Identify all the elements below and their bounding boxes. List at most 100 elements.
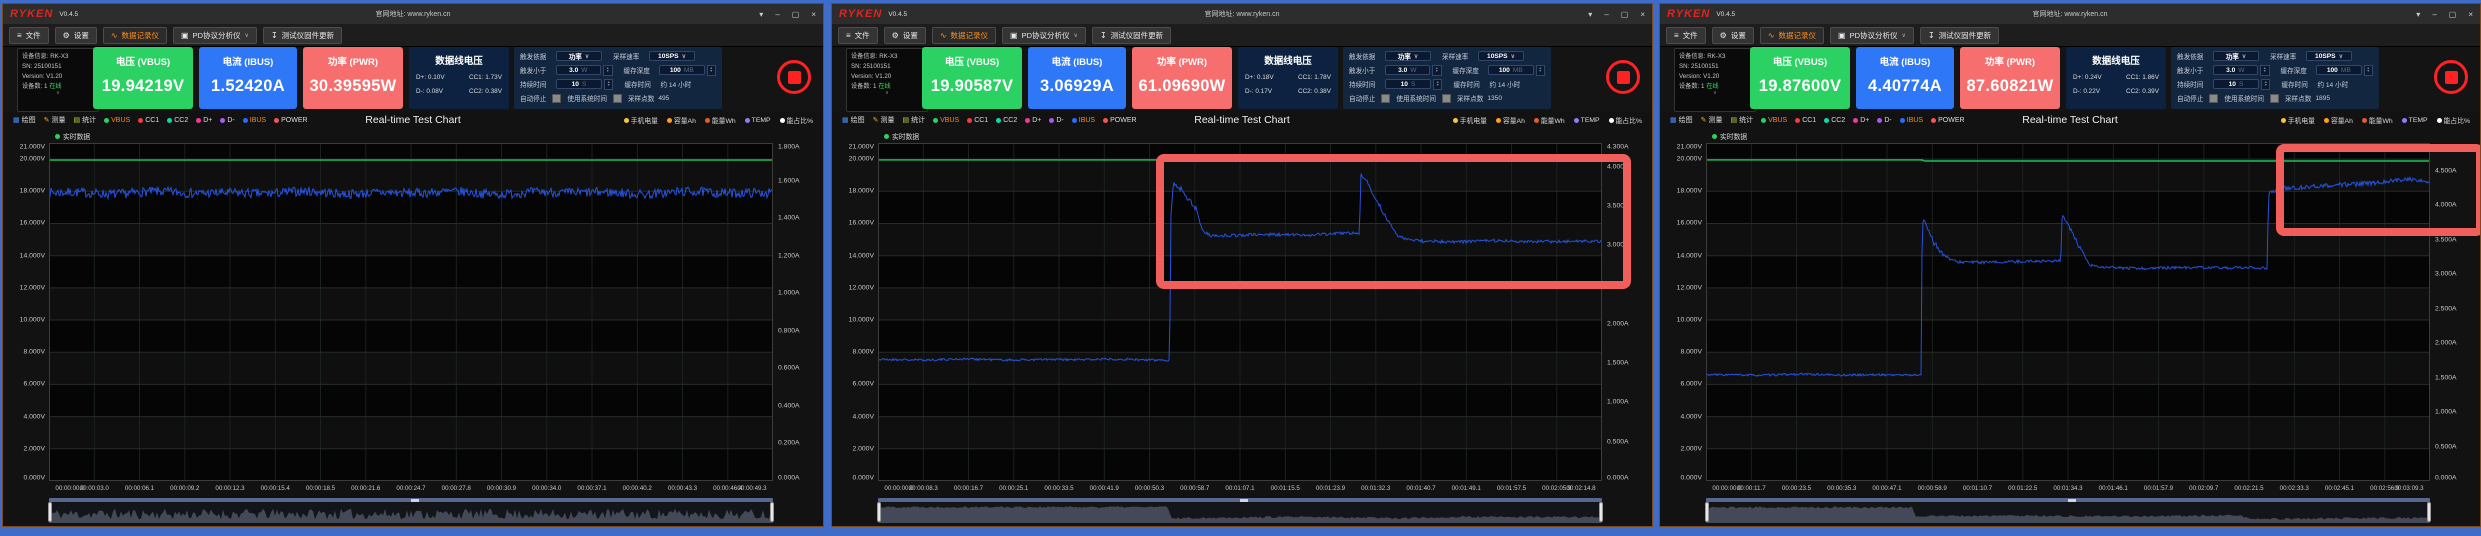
use-system-time-checkbox[interactable] — [1441, 93, 1451, 103]
legend-item-vbus[interactable]: VBUS — [933, 117, 959, 124]
trigger-basis-select[interactable]: 功率 ∨ — [556, 51, 602, 61]
legend-item[interactable]: 手机电量 — [623, 115, 658, 125]
legend-item-d+[interactable]: D+ — [1853, 117, 1869, 124]
auto-stop-checkbox[interactable] — [552, 93, 562, 103]
sample-rate-select[interactable]: 10SPS ∨ — [1478, 51, 1524, 61]
legend-item-cc1[interactable]: CC1 — [967, 117, 988, 124]
legend-item[interactable]: TEMP — [744, 115, 771, 125]
menu-recorder-button[interactable]: ∿ 数据记录仪 — [102, 26, 168, 44]
menu-recorder-button[interactable]: ∿ 数据记录仪 — [1759, 26, 1825, 44]
use-system-time-checkbox[interactable] — [612, 93, 622, 103]
chart-tool-button[interactable]: ▦ 绘图 — [1670, 115, 1693, 125]
chart-tool-button[interactable]: ▤ 统计 — [1731, 115, 1754, 125]
navigator-right-handle[interactable] — [770, 502, 774, 522]
duration-stepper[interactable]: ▲ ▼ — [1433, 78, 1443, 90]
maximize-button[interactable]: ▢ — [792, 10, 800, 19]
legend-item-ibus[interactable]: IBUS — [242, 117, 266, 124]
buffer-depth-stepper[interactable]: ▲ ▼ — [706, 64, 716, 76]
legend-item-power[interactable]: POWER — [1931, 117, 1965, 124]
dropdown-icon[interactable]: ▾ — [1588, 10, 1592, 19]
stop-record-button[interactable] — [777, 60, 811, 94]
minimize-button[interactable]: – — [2432, 10, 2436, 19]
chart-tool-button[interactable]: ▦ 绘图 — [842, 115, 865, 125]
close-button[interactable]: × — [811, 10, 816, 19]
sample-rate-select[interactable]: 10SPS ∨ — [2306, 51, 2352, 61]
menu-pd-analyzer-button[interactable]: ▣ PD协议分析仪 ∨ — [173, 26, 257, 44]
menu-file-button[interactable]: ≡ 文件 — [1666, 26, 1706, 44]
legend-item[interactable]: 能占比% — [779, 115, 813, 125]
chart-tool-button[interactable]: ▦ 绘图 — [13, 115, 36, 125]
chart-tool-button[interactable]: ✎ 测量 — [1701, 115, 1723, 125]
buffer-depth-stepper[interactable]: ▲ ▼ — [1535, 64, 1545, 76]
legend-item-power[interactable]: POWER — [274, 117, 308, 124]
minimize-button[interactable]: – — [775, 10, 779, 19]
auto-stop-checkbox[interactable] — [1381, 93, 1391, 103]
legend-item-power[interactable]: POWER — [1103, 117, 1137, 124]
legend-item-d+[interactable]: D+ — [196, 117, 212, 124]
buffer-depth-stepper[interactable]: ▲ ▼ — [2363, 64, 2373, 76]
legend-item[interactable]: TEMP — [1573, 115, 1600, 125]
legend-item-ibus[interactable]: IBUS — [1071, 117, 1095, 124]
legend-item[interactable]: 容量Ah — [666, 115, 696, 125]
dropdown-icon[interactable]: ▾ — [2416, 10, 2420, 19]
legend-item[interactable]: 能量Wh — [704, 115, 736, 125]
navigator-scrollbar[interactable] — [49, 498, 773, 502]
menu-recorder-button[interactable]: ∿ 数据记录仪 — [931, 26, 997, 44]
menu-file-button[interactable]: ≡ 文件 — [838, 26, 878, 44]
buffer-depth-input[interactable]: 100 MB — [659, 65, 705, 75]
trigger-basis-select[interactable]: 功率 ∨ — [1385, 51, 1431, 61]
legend-item-cc1[interactable]: CC1 — [138, 117, 159, 124]
legend-item-d-[interactable]: D- — [1049, 117, 1064, 124]
chart-tool-button[interactable]: ✎ 测量 — [44, 115, 66, 125]
legend-item[interactable]: 手机电量 — [1452, 115, 1487, 125]
duration-input[interactable]: 10 S — [1385, 79, 1431, 89]
legend-item-cc2[interactable]: CC2 — [996, 117, 1017, 124]
duration-input[interactable]: 10 S — [2213, 79, 2259, 89]
menu-pd-analyzer-button[interactable]: ▣ PD协议分析仪 ∨ — [1830, 26, 1914, 44]
navigator-scrollbar-thumb[interactable] — [411, 498, 419, 502]
menu-settings-button[interactable]: ⚙ 设置 — [54, 26, 97, 44]
legend-item-vbus[interactable]: VBUS — [104, 117, 130, 124]
legend-item[interactable]: 能占比% — [1608, 115, 1642, 125]
navigator-scrollbar-thumb[interactable] — [2068, 498, 2076, 502]
legend-item-d-[interactable]: D- — [1877, 117, 1892, 124]
legend-item-cc2[interactable]: CC2 — [167, 117, 188, 124]
trigger-basis-select[interactable]: 功率 ∨ — [2213, 51, 2259, 61]
legend-item[interactable]: 能量Wh — [2361, 115, 2393, 125]
close-button[interactable]: × — [1640, 10, 1645, 19]
auto-stop-checkbox[interactable] — [2209, 93, 2219, 103]
legend-item-d+[interactable]: D+ — [1025, 117, 1041, 124]
stop-record-button[interactable] — [1606, 60, 1640, 94]
trigger-below-stepper[interactable]: ▲ ▼ — [2260, 64, 2270, 76]
trigger-below-stepper[interactable]: ▲ ▼ — [603, 64, 613, 76]
legend-item-d-[interactable]: D- — [220, 117, 235, 124]
chart-tool-button[interactable]: ▤ 统计 — [903, 115, 926, 125]
menu-file-button[interactable]: ≡ 文件 — [9, 26, 49, 44]
navigator-right-handle[interactable] — [1599, 502, 1603, 522]
close-button[interactable]: × — [2468, 10, 2473, 19]
duration-stepper[interactable]: ▲ ▼ — [604, 78, 614, 90]
sample-rate-select[interactable]: 10SPS ∨ — [649, 51, 695, 61]
use-system-time-checkbox[interactable] — [2269, 93, 2279, 103]
trigger-below-input[interactable]: 3.0 W — [555, 65, 602, 75]
legend-item[interactable]: 容量Ah — [2323, 115, 2353, 125]
navigator-left-handle[interactable] — [877, 502, 881, 522]
legend-item[interactable]: 能量Wh — [1533, 115, 1565, 125]
expand-chevron-icon[interactable]: ∨ — [22, 90, 94, 95]
maximize-button[interactable]: ▢ — [2449, 10, 2457, 19]
legend-item-ibus[interactable]: IBUS — [1899, 117, 1923, 124]
maximize-button[interactable]: ▢ — [1621, 10, 1629, 19]
legend-item[interactable]: TEMP — [2401, 115, 2428, 125]
navigator-scrollbar-thumb[interactable] — [1240, 498, 1248, 502]
duration-stepper[interactable]: ▲ ▼ — [2261, 78, 2271, 90]
navigator-scrollbar[interactable] — [1706, 498, 2430, 502]
trigger-below-stepper[interactable]: ▲ ▼ — [1432, 64, 1442, 76]
expand-chevron-icon[interactable]: ∨ — [1679, 90, 1751, 95]
menu-pd-analyzer-button[interactable]: ▣ PD协议分析仪 ∨ — [1002, 26, 1086, 44]
stop-record-button[interactable] — [2434, 60, 2468, 94]
menu-settings-button[interactable]: ⚙ 设置 — [1711, 26, 1754, 44]
buffer-depth-input[interactable]: 100 MB — [1488, 65, 1534, 75]
duration-input[interactable]: 10 S — [556, 79, 602, 89]
legend-item[interactable]: 手机电量 — [2280, 115, 2315, 125]
chart-tool-button[interactable]: ✎ 测量 — [873, 115, 895, 125]
